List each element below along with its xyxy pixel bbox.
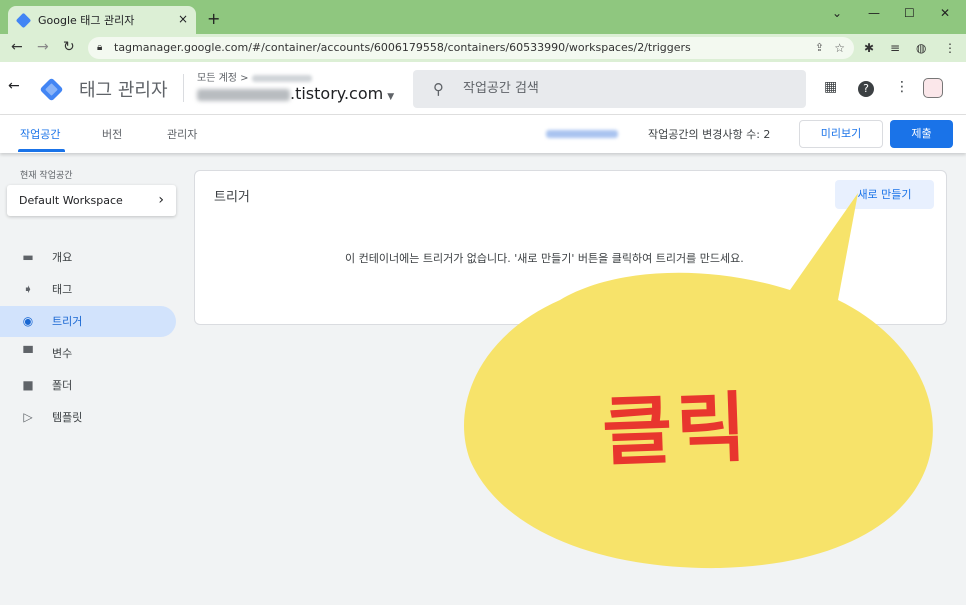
user-avatar[interactable] bbox=[923, 78, 943, 98]
tab-search-chevron-icon[interactable]: ⌄ bbox=[832, 6, 842, 20]
tab-workspace[interactable]: 작업공간 bbox=[20, 126, 60, 142]
tab-admin[interactable]: 관리자 bbox=[167, 126, 197, 142]
address-bar[interactable]: 🔒︎ tagmanager.google.com/#/container/acc… bbox=[88, 37, 854, 59]
template-icon: ▷ bbox=[23, 410, 33, 424]
workspace-changes-count: 작업공간의 변경사항 수: 2 bbox=[648, 128, 771, 141]
gtm-header: ← 태그 관리자 모든 계정 > .tistory.com ▼ ⚲ 작업공간 검색… bbox=[0, 62, 966, 115]
container-selector[interactable]: .tistory.com ▼ bbox=[197, 84, 394, 103]
bookmark-star-icon[interactable]: ☆ bbox=[834, 37, 845, 59]
account-breadcrumb-label: 모든 계정 > bbox=[197, 73, 249, 84]
chevron-right-icon: › bbox=[158, 192, 164, 208]
back-icon[interactable]: ← bbox=[11, 39, 23, 55]
back-arrow-icon[interactable]: ← bbox=[8, 78, 20, 94]
browser-tab-title: Google 태그 관리자 bbox=[38, 14, 135, 27]
browser-toolbar: ← → ↻ 🔒︎ tagmanager.google.com/#/contain… bbox=[0, 34, 966, 62]
container-name-redacted bbox=[197, 88, 290, 101]
preview-button[interactable]: 미리보기 bbox=[799, 120, 883, 148]
app-name: 태그 관리자 bbox=[79, 80, 168, 101]
card-title: 트리거 bbox=[214, 190, 250, 205]
workspace-search[interactable]: ⚲ 작업공간 검색 bbox=[413, 70, 806, 108]
variable-icon: ▀ bbox=[23, 346, 33, 360]
container-dropdown-icon: ▼ bbox=[387, 92, 395, 102]
lock-icon: 🔒︎ bbox=[97, 42, 103, 53]
reload-icon[interactable]: ↻ bbox=[63, 39, 75, 55]
forward-icon[interactable]: → bbox=[37, 39, 49, 55]
maximize-icon[interactable]: ☐ bbox=[904, 6, 915, 20]
sidebar-item-tags[interactable]: ➧ 태그 bbox=[0, 274, 176, 305]
account-name-redacted bbox=[251, 74, 312, 82]
annotation-click-text: 클릭 bbox=[600, 382, 752, 477]
tag-icon: ➧ bbox=[22, 282, 34, 296]
current-workspace-label: 현재 작업공간 bbox=[20, 171, 73, 181]
sidebar-item-label: 개요 bbox=[52, 251, 73, 264]
search-placeholder: 작업공간 검색 bbox=[463, 81, 539, 96]
overview-icon: ▬ bbox=[22, 250, 34, 264]
new-tab-icon[interactable]: + bbox=[207, 9, 220, 28]
submit-button[interactable]: 제출 bbox=[890, 120, 953, 148]
extensions-icon[interactable]: ✱ bbox=[864, 41, 874, 55]
triggers-card: 트리거 새로 만들기 이 컨테이너에는 트리거가 없습니다. '새로 만들기' … bbox=[194, 170, 947, 325]
tab-close-icon[interactable]: × bbox=[178, 12, 188, 26]
share-icon[interactable]: ⇪ bbox=[815, 37, 824, 59]
apps-icon[interactable]: ▦ bbox=[824, 79, 837, 95]
sidebar-item-label: 태그 bbox=[52, 283, 73, 296]
browser-menu-icon[interactable]: ⋮ bbox=[944, 41, 956, 55]
reading-list-icon[interactable]: ≡ bbox=[890, 41, 900, 55]
tab-versions[interactable]: 버전 bbox=[102, 126, 122, 142]
sidebar-item-overview[interactable]: ▬ 개요 bbox=[0, 242, 176, 273]
sidebar-item-triggers[interactable]: ◉ 트리거 bbox=[0, 306, 176, 337]
url-text: tagmanager.google.com/#/container/accoun… bbox=[114, 41, 691, 54]
profile-icon[interactable]: ◍ bbox=[916, 41, 926, 55]
search-icon: ⚲ bbox=[433, 80, 444, 98]
minimize-icon[interactable]: — bbox=[868, 6, 880, 20]
sidebar-item-label: 템플릿 bbox=[52, 411, 83, 424]
help-icon[interactable]: ? bbox=[858, 81, 874, 97]
sidebar-item-variables[interactable]: ▀ 변수 bbox=[0, 338, 176, 369]
trigger-icon: ◉ bbox=[22, 314, 34, 328]
browser-tab[interactable]: Google 태그 관리자 × bbox=[8, 6, 196, 34]
window-close-icon[interactable]: ✕ bbox=[940, 6, 950, 20]
workspace-selector[interactable]: Default Workspace › bbox=[7, 185, 176, 216]
tag-manager-logo-icon bbox=[39, 77, 64, 102]
folder-icon: ■ bbox=[22, 378, 34, 392]
browser-titlebar: Google 태그 관리자 × + ⌄ — ☐ ✕ bbox=[0, 0, 966, 34]
sidebar-item-label: 폴더 bbox=[52, 379, 73, 392]
sidebar-item-label: 변수 bbox=[52, 347, 73, 360]
workspace-nav: 작업공간 버전 관리자 작업공간의 변경사항 수: 2 미리보기 제출 bbox=[0, 115, 966, 153]
redacted-container-id bbox=[546, 130, 618, 138]
active-tab-indicator bbox=[18, 149, 65, 152]
more-options-icon[interactable]: ⋮ bbox=[895, 79, 909, 95]
container-name-suffix: .tistory.com bbox=[290, 84, 384, 103]
header-divider bbox=[183, 74, 184, 102]
workspace-name: Default Workspace bbox=[19, 194, 123, 207]
sidebar-item-label: 트리거 bbox=[52, 315, 83, 328]
empty-state-message: 이 컨테이너에는 트리거가 없습니다. '새로 만들기' 버튼을 클릭하여 트리… bbox=[345, 252, 744, 265]
sidebar-item-templates[interactable]: ▷ 템플릿 bbox=[0, 402, 176, 433]
sidebar-item-folders[interactable]: ■ 폴더 bbox=[0, 370, 176, 401]
account-breadcrumb[interactable]: 모든 계정 > bbox=[197, 69, 312, 84]
new-trigger-button[interactable]: 새로 만들기 bbox=[835, 180, 934, 209]
gtm-favicon-icon bbox=[15, 12, 32, 28]
